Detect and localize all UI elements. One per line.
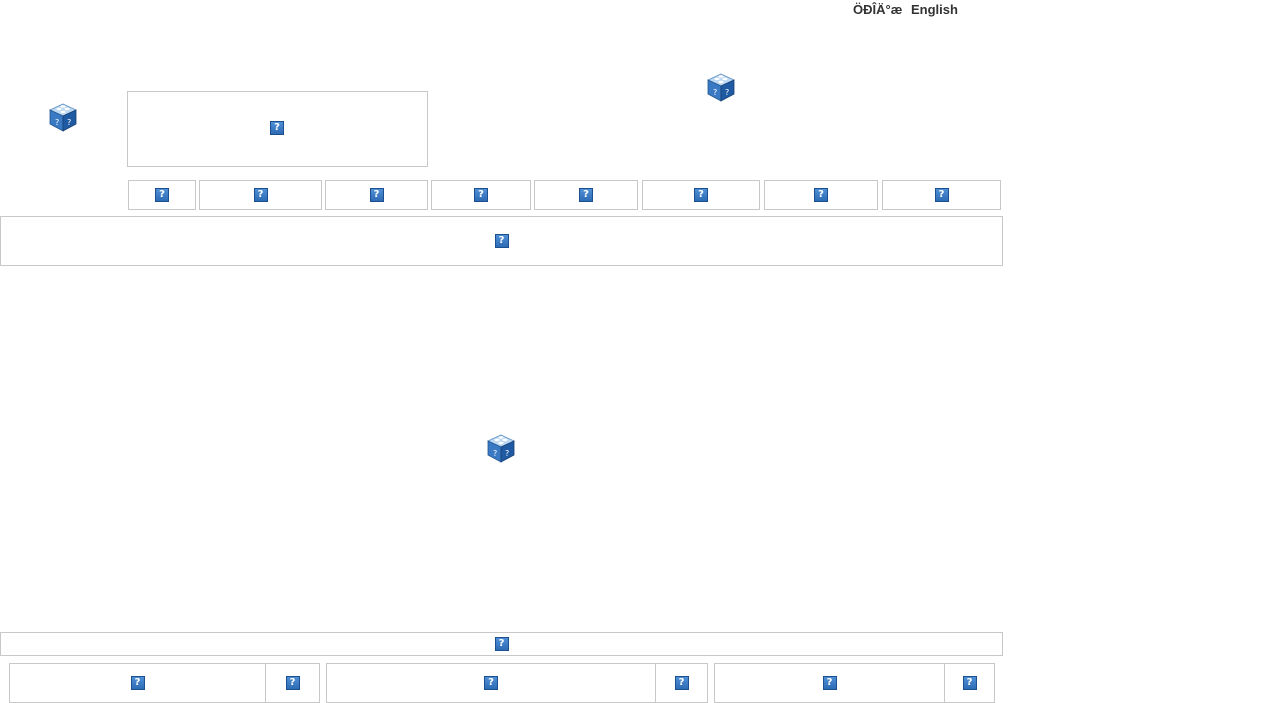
broken-image-icon [484, 676, 498, 690]
missing-plugin-icon: ? ? [487, 434, 515, 463]
broken-image-icon [285, 676, 300, 690]
footer-more-button-3[interactable] [944, 663, 995, 703]
broken-image-icon [270, 121, 284, 135]
broken-image-icon [155, 188, 169, 202]
broken-image-icon [822, 676, 837, 690]
broken-image-icon [253, 188, 268, 202]
nav-item-7[interactable] [764, 180, 878, 210]
sub-banner-frame [0, 216, 1003, 266]
footer-banner-frame [0, 632, 1003, 656]
broken-image-icon [674, 676, 689, 690]
nav-item-3[interactable] [325, 180, 428, 210]
footer-more-button-1[interactable] [265, 663, 320, 703]
svg-text:?: ? [725, 88, 729, 97]
nav-item-2[interactable] [199, 180, 322, 210]
svg-text:?: ? [493, 449, 497, 458]
language-link-chinese[interactable]: ÖÐÎÄ°æ [853, 2, 902, 17]
missing-plugin-icon: ? ? [707, 73, 735, 102]
missing-plugin-icon: ? ? [49, 103, 77, 132]
nav-item-4[interactable] [431, 180, 531, 210]
broken-image-icon [474, 188, 488, 202]
broken-image-icon [814, 188, 828, 202]
footer-link-3[interactable] [714, 663, 945, 703]
svg-text:?: ? [55, 118, 59, 127]
broken-image-icon [962, 676, 977, 690]
nav-item-5[interactable] [534, 180, 638, 210]
nav-item-8[interactable] [882, 180, 1001, 210]
broken-image-icon [494, 234, 509, 248]
broken-image-icon [130, 676, 145, 690]
language-link-english[interactable]: English [911, 2, 958, 17]
broken-image-icon [494, 637, 509, 651]
footer-link-2[interactable] [326, 663, 656, 703]
broken-image-icon [369, 188, 384, 202]
banner-image-frame [127, 91, 428, 167]
nav-item-6[interactable] [642, 180, 760, 210]
nav-item-1[interactable] [128, 180, 196, 210]
svg-text:?: ? [505, 449, 509, 458]
footer-more-button-2[interactable] [655, 663, 708, 703]
svg-text:?: ? [713, 88, 717, 97]
svg-text:?: ? [67, 118, 71, 127]
broken-image-icon [694, 188, 708, 202]
broken-image-icon [579, 188, 593, 202]
footer-link-1[interactable] [9, 663, 266, 703]
broken-image-icon [934, 188, 949, 202]
